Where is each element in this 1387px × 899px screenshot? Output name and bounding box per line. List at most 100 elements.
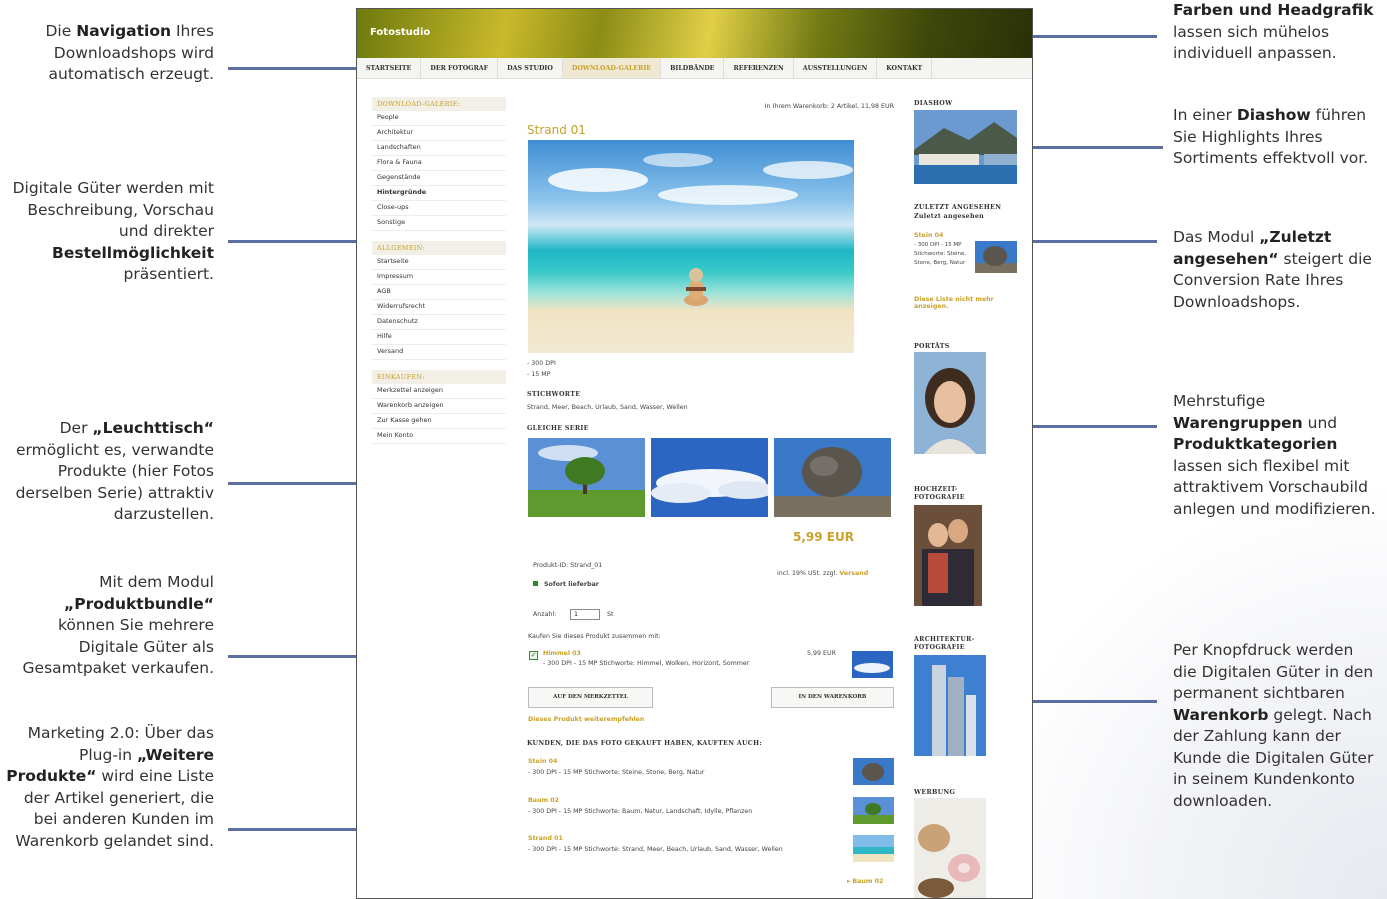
other-item-desc: - 300 DPI - 15 MP Stichworte: Steine, St… xyxy=(528,769,705,776)
bundle-item-thumb[interactable] xyxy=(852,651,893,678)
product-title: Strand 01 xyxy=(527,123,586,137)
other-item-thumb[interactable] xyxy=(853,797,894,824)
sidebar-item-kasse[interactable]: Zur Kasse gehen xyxy=(372,414,506,429)
annotation-colors: Farben und Headgrafik lassen sich mühelo… xyxy=(1173,1,1374,62)
sidebar-item-flora-fauna[interactable]: Flora & Fauna xyxy=(372,156,506,171)
ads-category-image[interactable] xyxy=(914,798,986,898)
woman-portrait-photo xyxy=(914,352,986,454)
shop-screenshot: Fotostudio STARTSEITE DER FOTOGRAF DAS S… xyxy=(356,8,1033,899)
other-item-desc: - 300 DPI - 15 MP Stichworte: Baum, Natu… xyxy=(528,808,753,815)
series-thumb-clouds[interactable] xyxy=(651,438,768,517)
shipping-link[interactable]: Versand xyxy=(839,570,868,577)
connector-navigation xyxy=(228,67,356,70)
sidebar-item-merkzettel[interactable]: Merkzettel anzeigen xyxy=(372,384,506,399)
others-heading: KUNDEN, DIE DAS FOTO GEKAUFT HABEN, KAUF… xyxy=(527,740,762,747)
other-item-thumb[interactable] xyxy=(853,835,894,862)
sidebar-item-gegenstaende[interactable]: Gegenstände xyxy=(372,171,506,186)
nav-tab-ausstellungen[interactable]: AUSSTELLUNGEN xyxy=(794,58,878,78)
sidebar-item-widerrufsrecht[interactable]: Widerrufsrecht xyxy=(372,300,506,315)
nav-tab-der-fotograf[interactable]: DER FOTOGRAF xyxy=(421,58,499,78)
other-item-name[interactable]: Stein 04 xyxy=(528,758,557,765)
nav-tab-download-galerie[interactable]: DOWNLOAD-GALERIE xyxy=(562,58,662,78)
availability: Sofort lieferbar xyxy=(533,581,599,588)
portraits-category-image[interactable] xyxy=(914,352,986,454)
product-image[interactable] xyxy=(528,140,854,353)
city-beach-photo xyxy=(914,110,1017,184)
recent-hide-link[interactable]: Diese Liste nicht mehr anzeigen. xyxy=(914,296,1024,310)
tree-photo xyxy=(528,438,645,517)
couple-photo xyxy=(914,505,982,606)
qty-label: Anzahl: xyxy=(533,611,557,618)
sidebar-item-konto[interactable]: Mein Konto xyxy=(372,429,506,444)
recent-item-name[interactable]: Stein 04 xyxy=(914,232,943,239)
add-to-notepad-button[interactable]: AUF DEN MERKZETTEL xyxy=(528,687,653,708)
series-heading: GLEICHE SERIE xyxy=(527,425,589,432)
sidebar-item-datenschutz[interactable]: Datenschutz xyxy=(372,315,506,330)
series-thumb-stone[interactable] xyxy=(774,438,891,517)
annotation-digital-goods: Digitale Güter werden mit Beschreibung, … xyxy=(12,179,214,283)
add-to-cart-button[interactable]: IN DEN WARENKORB xyxy=(771,687,894,708)
other-item-thumb[interactable] xyxy=(853,758,894,785)
shop-logo[interactable]: Fotostudio xyxy=(370,27,430,38)
sidebar-item-agb[interactable]: AGB xyxy=(372,285,506,300)
sidebar-item-hilfe[interactable]: Hilfe xyxy=(372,330,506,345)
sidebar-head-general: ALLGEMEIN: xyxy=(372,241,506,255)
sidebar-item-versand[interactable]: Versand xyxy=(372,345,506,360)
other-item-name[interactable]: Strand 01 xyxy=(528,835,563,842)
annotation-cart: Per Knopfdruck werden die Digitalen Güte… xyxy=(1173,641,1374,810)
food-photo xyxy=(914,798,986,898)
recommend-link[interactable]: Dieses Produkt weiterempfehlen xyxy=(528,716,644,723)
bundle-label: Kaufen Sie dieses Produkt zusammen mit: xyxy=(528,633,661,640)
bundle-item-name[interactable]: Himmel 03 xyxy=(543,650,581,657)
bundle-item-desc: - 300 DPI - 15 MP Stichworte: Himmel, Wo… xyxy=(543,660,750,667)
recent-item-desc: - 300 DPI - 15 MP Stichworte: Steine, St… xyxy=(914,242,967,266)
product-mp: - 15 MP xyxy=(527,371,551,378)
sidebar-item-architektur[interactable]: Architektur xyxy=(372,126,506,141)
wedding-category-image[interactable] xyxy=(914,505,982,606)
stone-thumb-photo xyxy=(853,758,894,785)
sky-photo xyxy=(651,438,768,517)
stock-indicator-icon xyxy=(533,581,538,586)
recent-subheading: Zuletzt angesehen xyxy=(914,213,985,220)
annotation-lighttable: Der „Leuchttisch“ ermöglicht es, verwand… xyxy=(15,419,214,523)
sidebar-item-close-ups[interactable]: Close-ups xyxy=(372,201,506,216)
annotation-bundle: Mit dem Modul „Produktbundle“ können Sie… xyxy=(22,573,214,677)
diashow-heading: DIASHOW xyxy=(914,100,953,107)
sidebar-item-hintergruende[interactable]: Hintergründe xyxy=(372,186,506,201)
recent-heading: ZULETZT ANGESEHEN xyxy=(914,204,1002,211)
vat-note: incl. 19% USt. zzgl. Versand xyxy=(777,570,869,577)
nav-tab-startseite[interactable]: STARTSEITE xyxy=(357,58,422,78)
series-thumb-tree[interactable] xyxy=(528,438,645,517)
sidebar-item-landschaften[interactable]: Landschaften xyxy=(372,141,506,156)
nav-tab-kontakt[interactable]: KONTAKT xyxy=(877,58,933,78)
sidebar-item-sonstige[interactable]: Sonstige xyxy=(372,216,506,231)
sidebar-item-warenkorb[interactable]: Warenkorb anzeigen xyxy=(372,399,506,414)
sidebar-item-startseite[interactable]: Startseite xyxy=(372,255,506,270)
annotation-navigation: Die Navigation Ihres Downloadshops wird … xyxy=(45,22,215,83)
tower-photo xyxy=(914,655,986,756)
ads-heading: WERBUNG xyxy=(914,789,956,796)
architecture-category-image[interactable] xyxy=(914,655,986,756)
product-id: Produkt-ID: Strand_01 xyxy=(533,562,603,569)
sidebar-item-impressum[interactable]: Impressum xyxy=(372,270,506,285)
nav-tab-bildbaende[interactable]: BILDBÄNDE xyxy=(661,58,725,78)
diashow-slide[interactable] xyxy=(914,110,1017,184)
tree-thumb-photo xyxy=(853,797,894,824)
quantity-input[interactable]: 1 xyxy=(570,609,600,620)
cart-status[interactable]: In Ihrem Warenkorb: 2 Artikel, 11,98 EUR xyxy=(657,103,894,110)
architecture-heading: ARCHITEKTUR- FOTOGRAFIE xyxy=(914,636,975,651)
nav-tab-das-studio[interactable]: DAS STUDIO xyxy=(498,58,563,78)
annotation-marketing: Marketing 2.0: Über das Plug-in „Weitere… xyxy=(6,724,214,850)
next-product-link[interactable]: ▸ Baum 02 xyxy=(847,878,883,885)
annotation-groups: Mehrstufige Warengruppen und Produktkate… xyxy=(1173,392,1376,518)
wedding-heading: HOCHZEIT- FOTOGRAFIE xyxy=(914,486,965,501)
other-item-name[interactable]: Baum 02 xyxy=(528,797,559,804)
sidebar-item-people[interactable]: People xyxy=(372,111,506,126)
portraits-heading: PORTÄTS xyxy=(914,343,950,350)
keywords-heading: STICHWORTE xyxy=(527,391,581,398)
recent-item-thumb[interactable] xyxy=(975,241,1017,273)
sidebar-head-shopping: EINKAUFEN: xyxy=(372,370,506,384)
nav-tab-referenzen[interactable]: REFERENZEN xyxy=(724,58,794,78)
bundle-checkbox[interactable]: ✓ xyxy=(529,651,538,660)
sky-thumb-photo xyxy=(852,651,893,678)
